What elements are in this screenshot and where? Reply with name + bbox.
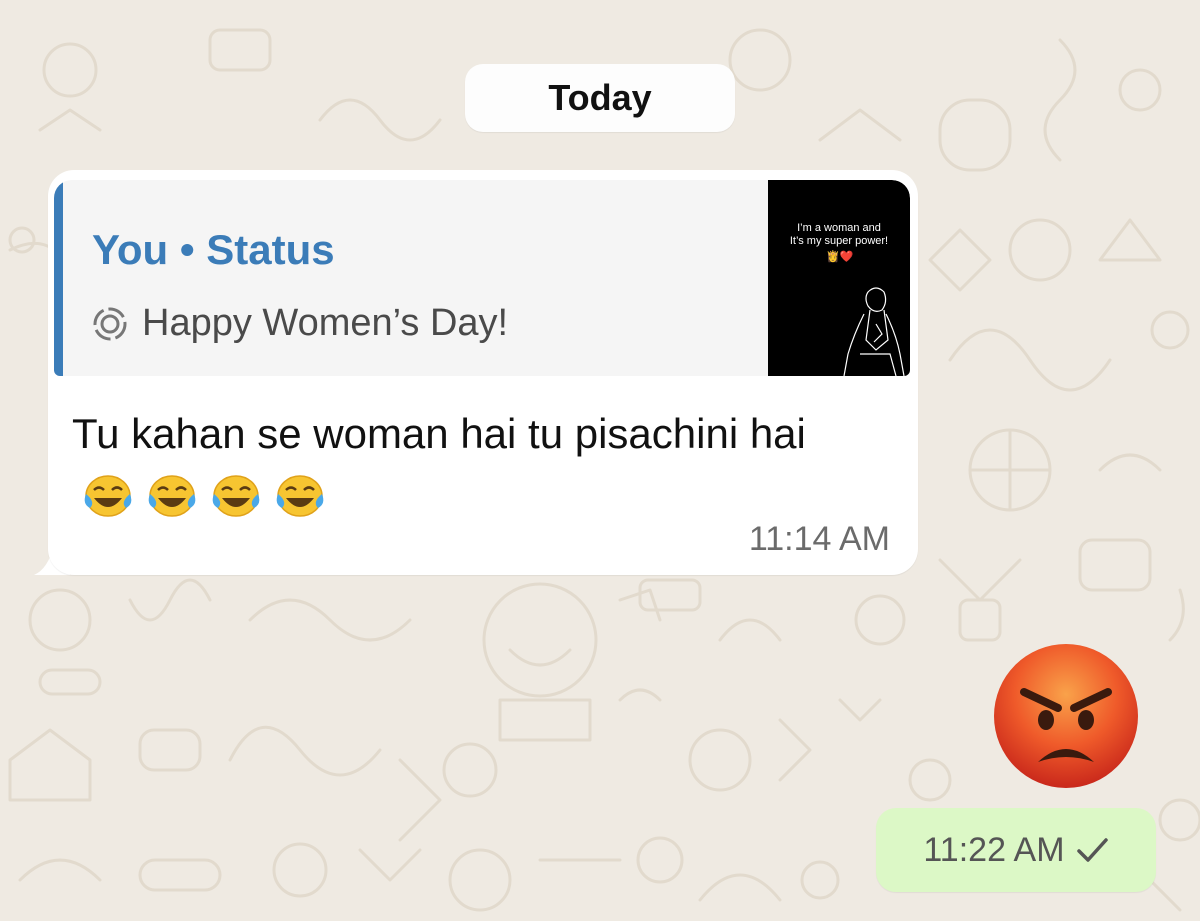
incoming-message-time: 11:14 AM [748, 520, 890, 558]
date-divider-label: Today [548, 77, 652, 118]
incoming-message-bubble[interactable]: You • Status Happy Women’s Day! I’m a wo… [48, 170, 918, 575]
laughing-tears-emoji-icon [276, 475, 324, 517]
laughing-tears-emoji-icon [148, 475, 196, 517]
laughing-emojis [82, 472, 326, 520]
laughing-tears-emoji-icon [84, 475, 132, 517]
thumbnail-emojis: 👸❤️ [826, 251, 854, 263]
message-body: Tu kahan se woman hai tu pisachini hai [72, 410, 806, 457]
thumbnail-caption: I’m a woman and It’s my super power! [768, 222, 910, 248]
status-ring-icon [93, 307, 127, 340]
laughing-tears-emoji-icon [212, 475, 260, 517]
single-check-icon [1076, 838, 1108, 862]
status-thumbnail[interactable]: I’m a woman and It’s my super power! 👸❤️ [768, 180, 910, 376]
quote-title: You • Status [92, 226, 335, 273]
outgoing-message-time: 11:22 AM [923, 830, 1065, 869]
thumbnail-caption-line-2: It’s my super power! [789, 235, 889, 247]
angry-face-emoji-icon[interactable] [990, 640, 1142, 792]
date-divider: Today [465, 64, 735, 132]
woman-sketch-icon [843, 287, 905, 376]
quote-subtitle: Happy Women’s Day! [92, 302, 508, 345]
quote-text: Happy Women’s Day! [142, 302, 509, 344]
message-text: Tu kahan se woman hai tu pisachini hai [72, 402, 892, 530]
thumbnail-caption-line-1: I’m a woman and [797, 222, 881, 234]
status-reply-quote[interactable]: You • Status Happy Women’s Day! I’m a wo… [54, 180, 910, 376]
outgoing-message-bubble[interactable]: 11:22 AM [876, 808, 1156, 892]
quote-accent-bar [54, 180, 63, 376]
